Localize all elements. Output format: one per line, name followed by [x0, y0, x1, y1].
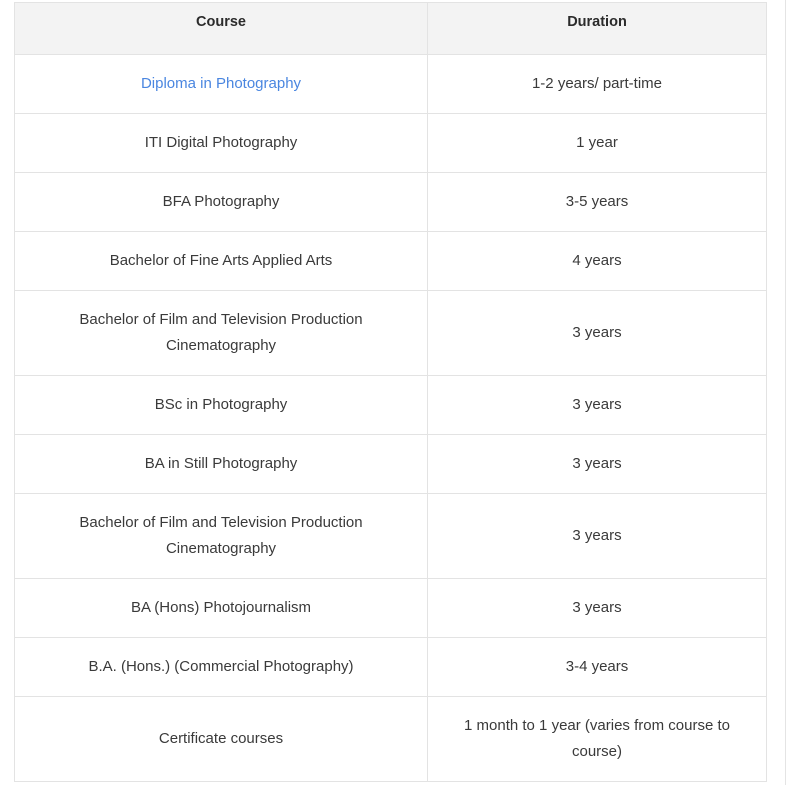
course-cell: BSc in Photography [14, 375, 428, 435]
right-divider [785, 0, 786, 785]
table-row: BA in Still Photography 3 years [14, 434, 767, 494]
course-link-diploma-in-photography[interactable]: Diploma in Photography [141, 75, 301, 92]
table-row: Bachelor of Fine Arts Applied Arts 4 yea… [14, 231, 767, 291]
duration-cell: 3 years [427, 578, 767, 638]
course-duration-table: Course Duration Diploma in Photography 1… [14, 2, 767, 782]
table-row: Diploma in Photography 1-2 years/ part-t… [14, 54, 767, 114]
duration-cell: 1-2 years/ part-time [427, 54, 767, 114]
course-cell: Bachelor of Film and Television Producti… [14, 290, 428, 376]
course-cell: BA in Still Photography [14, 434, 428, 494]
duration-cell: 3 years [427, 290, 767, 376]
page-frame: Course Duration Diploma in Photography 1… [0, 0, 789, 785]
table-header-row: Course Duration [14, 2, 767, 55]
table-row: BFA Photography 3-5 years [14, 172, 767, 232]
course-cell: ITI Digital Photography [14, 113, 428, 173]
duration-cell: 1 month to 1 year (varies from course to… [427, 696, 767, 782]
table-row: ITI Digital Photography 1 year [14, 113, 767, 173]
table-row: BA (Hons) Photojournalism 3 years [14, 578, 767, 638]
duration-cell: 3 years [427, 434, 767, 494]
course-cell: BA (Hons) Photojournalism [14, 578, 428, 638]
header-duration: Duration [427, 2, 767, 55]
duration-cell: 3-5 years [427, 172, 767, 232]
duration-cell: 4 years [427, 231, 767, 291]
table-row: Bachelor of Film and Television Producti… [14, 290, 767, 376]
course-cell: Diploma in Photography [14, 54, 428, 114]
course-cell: Certificate courses [14, 696, 428, 782]
duration-cell: 3 years [427, 375, 767, 435]
duration-cell: 3 years [427, 493, 767, 579]
course-cell: Bachelor of Film and Television Producti… [14, 493, 428, 579]
table-row: B.A. (Hons.) (Commercial Photography) 3-… [14, 637, 767, 697]
course-cell: BFA Photography [14, 172, 428, 232]
course-cell: Bachelor of Fine Arts Applied Arts [14, 231, 428, 291]
course-cell: B.A. (Hons.) (Commercial Photography) [14, 637, 428, 697]
duration-cell: 3-4 years [427, 637, 767, 697]
table-row: BSc in Photography 3 years [14, 375, 767, 435]
header-course: Course [14, 2, 428, 55]
duration-cell: 1 year [427, 113, 767, 173]
table-row: Bachelor of Film and Television Producti… [14, 493, 767, 579]
table-row: Certificate courses 1 month to 1 year (v… [14, 696, 767, 782]
